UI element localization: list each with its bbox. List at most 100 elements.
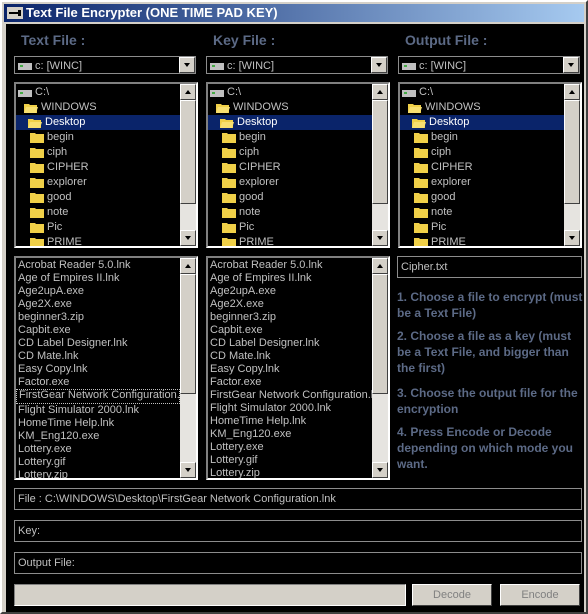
scroll-up-button[interactable] [180, 84, 196, 100]
key-file-scrollbar[interactable] [372, 258, 388, 478]
scroll-down-button[interactable] [372, 230, 388, 246]
file-list-item[interactable]: HomeTime Help.lnk [208, 415, 372, 428]
dir-child[interactable]: explorer [414, 175, 564, 190]
dir-child[interactable]: ciph [414, 145, 564, 160]
file-list-item[interactable]: Age2upA.exe [16, 285, 180, 298]
file-list-item[interactable]: Age2X.exe [16, 298, 180, 311]
file-list-item[interactable]: Capbit.exe [208, 324, 372, 337]
file-list-item[interactable]: CD Label Designer.lnk [16, 337, 180, 350]
dir-child[interactable]: note [414, 205, 564, 220]
title-bar[interactable]: Text File Encrypter (ONE TIME PAD KEY) [4, 4, 584, 22]
file-list-item[interactable]: Capbit.exe [16, 324, 180, 337]
scroll-down-button[interactable] [372, 462, 388, 478]
file-list-item[interactable]: CD Label Designer.lnk [208, 337, 372, 350]
file-list-item[interactable]: Age2upA.exe [208, 285, 372, 298]
file-list-item[interactable]: Factor.exe [208, 376, 372, 389]
key-dir-list[interactable]: PRIME Pic note good explorer CIPHER ciph begin D… [206, 82, 390, 248]
key-dir-scrollbar[interactable] [372, 84, 388, 246]
dir-ancestor[interactable]: Desktop [208, 115, 372, 130]
file-list-item[interactable]: Flight Simulator 2000.lnk [208, 402, 372, 415]
output-drive-select[interactable]: c: [WINC] [398, 56, 580, 74]
text-drive-dropdown-button[interactable] [179, 57, 195, 73]
dir-child[interactable]: note [222, 205, 372, 220]
output-filename-input[interactable]: Cipher.txt [397, 256, 582, 278]
file-list-item[interactable]: Lottery.exe [208, 441, 372, 454]
dir-child[interactable]: explorer [30, 175, 180, 190]
dir-child[interactable]: begin [414, 130, 564, 145]
dir-ancestor[interactable]: Desktop [16, 115, 180, 130]
text-dir-scrollbar[interactable] [180, 84, 196, 246]
scroll-up-button[interactable] [564, 84, 580, 100]
scroll-thumb[interactable] [180, 274, 196, 394]
scroll-down-button[interactable] [180, 230, 196, 246]
dir-child[interactable]: good [414, 190, 564, 205]
scroll-thumb[interactable] [372, 274, 388, 394]
text-dir-list[interactable]: PRIME Pic note good explorer CIPHER ciph begin D… [14, 82, 198, 248]
file-list-item[interactable]: Age of Empires II.lnk [208, 272, 372, 285]
key-file-list[interactable]: Acrobat Reader 5.0.lnk Age of Empires II.… [206, 256, 390, 480]
dir-child[interactable]: CIPHER [414, 160, 564, 175]
text-file-list[interactable]: Acrobat Reader 5.0.lnk Age of Empires II.… [14, 256, 198, 480]
scroll-thumb[interactable] [564, 100, 580, 204]
dir-child[interactable]: PRIME [414, 235, 564, 246]
file-list-item[interactable]: FirstGear Network Configuration.lnk [208, 389, 385, 402]
dir-ancestor[interactable]: WINDOWS [408, 100, 558, 115]
scroll-down-button[interactable] [564, 230, 580, 246]
dir-child[interactable]: PRIME [30, 235, 180, 246]
dir-child[interactable]: good [30, 190, 180, 205]
file-list-item[interactable]: Acrobat Reader 5.0.lnk [16, 259, 180, 272]
file-list-item[interactable]: Lottery.zip [208, 467, 372, 478]
dir-child[interactable]: CIPHER [30, 160, 180, 175]
output-dir-scrollbar[interactable] [564, 84, 580, 246]
file-list-item[interactable]: Easy Copy.lnk [208, 363, 372, 376]
output-drive-dropdown-button[interactable] [563, 57, 579, 73]
dir-child[interactable]: PRIME [222, 235, 372, 246]
file-list-item[interactable]: Lottery.zip [16, 469, 180, 478]
scroll-down-button[interactable] [180, 462, 196, 478]
file-list-item[interactable]: Lottery.gif [16, 456, 180, 469]
dir-child[interactable]: begin [222, 130, 372, 145]
file-list-item[interactable]: KM_Eng120.exe [16, 430, 180, 443]
dir-child[interactable]: Pic [222, 220, 372, 235]
dir-root[interactable]: C:\ [402, 85, 552, 100]
key-drive-select[interactable]: c: [WINC] [206, 56, 388, 74]
file-list-item[interactable]: CD Mate.lnk [16, 350, 180, 363]
dir-root[interactable]: C:\ [18, 85, 168, 100]
text-file-scrollbar[interactable] [180, 258, 196, 478]
dir-ancestor[interactable]: WINDOWS [216, 100, 366, 115]
file-list-item[interactable]: KM_Eng120.exe [208, 428, 372, 441]
file-list-item[interactable]: Factor.exe [16, 376, 180, 389]
dir-child[interactable]: good [222, 190, 372, 205]
dir-child[interactable]: note [30, 205, 180, 220]
file-list-item[interactable]: Easy Copy.lnk [16, 363, 180, 376]
file-list-item[interactable]: Lottery.exe [16, 443, 180, 456]
dir-child[interactable]: CIPHER [222, 160, 372, 175]
file-list-item[interactable]: CD Mate.lnk [208, 350, 372, 363]
key-drive-dropdown-button[interactable] [371, 57, 387, 73]
output-dir-list[interactable]: PRIME Pic note good explorer CIPHER ciph begin D… [398, 82, 582, 248]
file-list-item[interactable]: Age2X.exe [208, 298, 372, 311]
scroll-up-button[interactable] [372, 84, 388, 100]
dir-child[interactable]: Pic [414, 220, 564, 235]
scroll-up-button[interactable] [180, 258, 196, 274]
dir-child[interactable]: explorer [222, 175, 372, 190]
dir-child[interactable]: Pic [30, 220, 180, 235]
file-list-item[interactable]: Lottery.gif [208, 454, 372, 467]
file-list-item[interactable]: Age of Empires II.lnk [16, 272, 180, 285]
dir-root[interactable]: C:\ [210, 85, 360, 100]
file-list-item[interactable]: Acrobat Reader 5.0.lnk [208, 259, 372, 272]
dir-ancestor[interactable]: Desktop [400, 115, 564, 130]
file-list-item[interactable]: FirstGear Network Configuration.lnk [16, 389, 194, 404]
file-list-item[interactable]: HomeTime Help.lnk [16, 417, 180, 430]
file-list-item[interactable]: beginner3.zip [208, 311, 372, 324]
scroll-thumb[interactable] [180, 100, 196, 204]
scroll-thumb[interactable] [372, 100, 388, 204]
dir-ancestor[interactable]: WINDOWS [24, 100, 174, 115]
file-list-item[interactable]: Flight Simulator 2000.lnk [16, 404, 180, 417]
text-drive-select[interactable]: c: [WINC] [14, 56, 196, 74]
dir-child[interactable]: begin [30, 130, 180, 145]
dir-child[interactable]: ciph [30, 145, 180, 160]
dir-child[interactable]: ciph [222, 145, 372, 160]
scroll-up-button[interactable] [372, 258, 388, 274]
encode-button[interactable]: Encode [500, 584, 580, 606]
